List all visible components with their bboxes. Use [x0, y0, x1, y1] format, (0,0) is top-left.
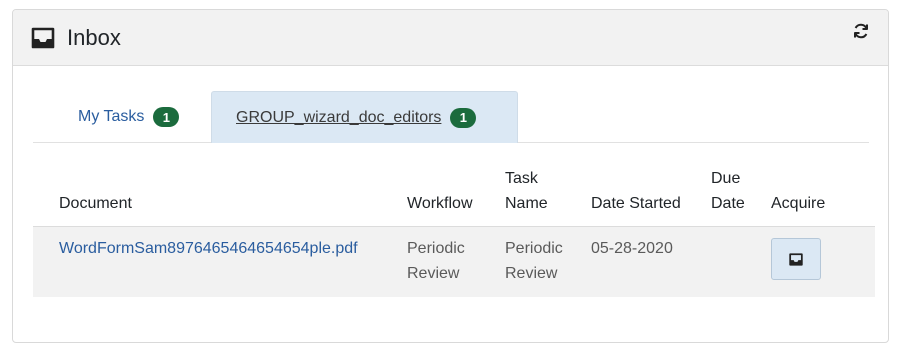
column-header-document: Document: [33, 162, 399, 227]
acquire-button[interactable]: [771, 238, 821, 280]
panel-title: Inbox: [67, 24, 121, 50]
inbox-icon: [789, 252, 803, 266]
tab-my-tasks[interactable]: My Tasks 1: [33, 91, 211, 143]
document-link[interactable]: WordFormSam8976465464654654ple.pdf: [59, 240, 358, 257]
tab-group-count-badge: 1: [450, 107, 477, 128]
table-row: WordFormSam8976465464654654ple.pdf Perio…: [33, 226, 875, 297]
tab-my-tasks-label: My Tasks: [78, 108, 145, 125]
table-header-row: Document Workflow Task Name Date Started…: [33, 162, 875, 227]
tab-group-wizard-doc-editors[interactable]: GROUP_wizard_doc_editors 1: [211, 91, 518, 143]
task-tabs: My Tasks 1 GROUP_wizard_doc_editors 1: [33, 91, 869, 143]
column-header-due-date: Due Date: [703, 162, 763, 227]
column-header-workflow: Workflow: [399, 162, 497, 227]
cell-task-name: Periodic Review: [497, 226, 583, 297]
refresh-icon: [852, 22, 870, 40]
cell-acquire: [763, 226, 875, 297]
column-header-task-name: Task Name: [497, 162, 583, 227]
column-header-date-started: Date Started: [583, 162, 703, 227]
cell-document: WordFormSam8976465464654654ple.pdf: [33, 226, 399, 297]
tab-group-label: GROUP_wizard_doc_editors: [236, 108, 442, 126]
tab-my-tasks-count-badge: 1: [153, 107, 180, 127]
tasks-table: Document Workflow Task Name Date Started…: [33, 162, 875, 297]
column-header-acquire: Acquire: [763, 162, 875, 227]
cell-date-started: 05-28-2020: [583, 226, 703, 297]
panel-header: Inbox: [13, 10, 888, 66]
cell-due-date: [703, 226, 763, 297]
cell-workflow: Periodic Review: [399, 226, 497, 297]
inbox-panel: Inbox My Tasks 1 GROUP_wizard_doc_editor…: [12, 9, 889, 343]
inbox-icon: [31, 27, 55, 49]
refresh-button[interactable]: [850, 20, 872, 42]
